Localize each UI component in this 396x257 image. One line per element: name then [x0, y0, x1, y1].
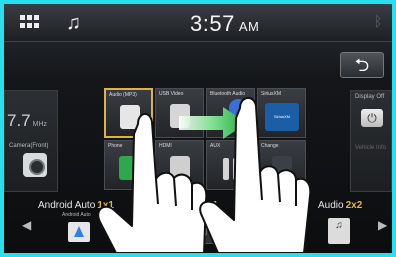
right-hand-icon — [199, 97, 312, 253]
head-unit-screen: ♫ 3:57 AM ᛒ ⮌ 7.7 MHz Camera(Front) Displa… — [4, 4, 392, 253]
swipe-gesture-hands — [97, 97, 312, 253]
left-hand-icon — [97, 113, 208, 253]
